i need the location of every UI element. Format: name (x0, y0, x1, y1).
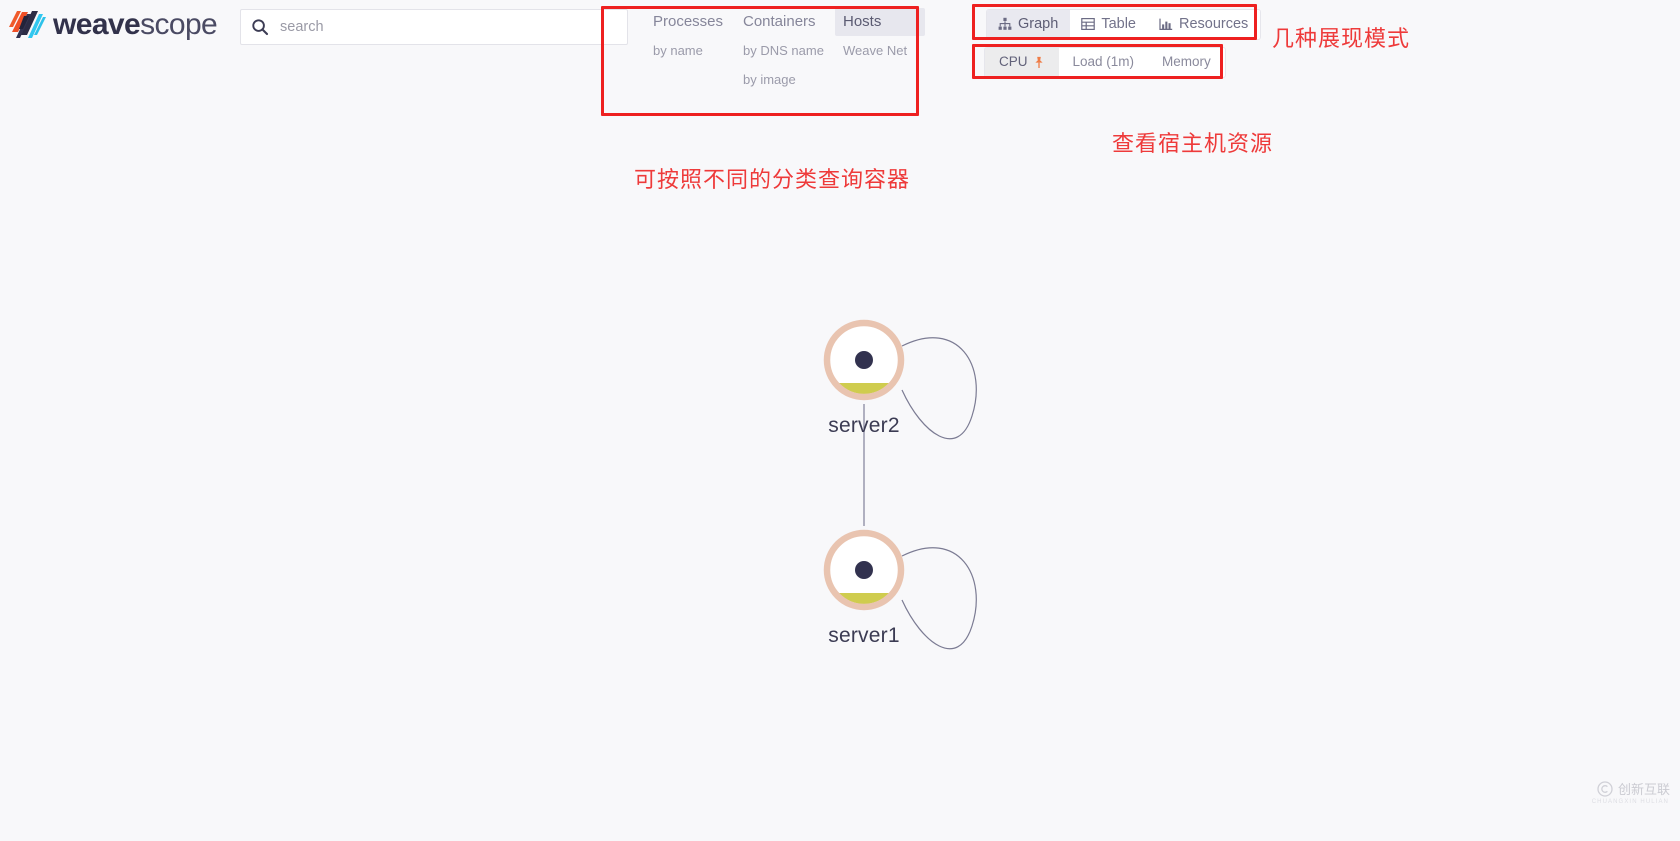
brand-bold: weave (53, 8, 141, 41)
graph-nodes-icon (998, 17, 1012, 31)
brand-logo[interactable]: weavescope (8, 4, 218, 46)
view-mode-table-button[interactable]: Table (1070, 10, 1148, 40)
graph-node-server2 (823, 319, 905, 401)
app-header: weavescope Processes by name Containers … (0, 0, 1680, 86)
topology-item-hosts[interactable]: Hosts (835, 8, 925, 36)
watermark: 创新互联 CHUANGXIN HULIAN (1592, 779, 1670, 805)
cx-logo-icon (1597, 780, 1613, 797)
graph-self-loop (901, 337, 977, 440)
topology-item-processes[interactable]: Processes (645, 8, 735, 36)
weave-logo-icon (8, 5, 48, 45)
view-mode-graph-label: Graph (1018, 16, 1059, 32)
brand-light: scope (140, 8, 218, 41)
weave-scope-app: weavescope Processes by name Containers … (0, 0, 1680, 841)
view-mode-resources-button[interactable]: Resources (1147, 10, 1261, 40)
view-mode-selector: Graph Table Resources (986, 9, 1262, 41)
table-grid-icon (1081, 17, 1096, 31)
graph-node-label-server2[interactable]: server2 (828, 414, 899, 438)
view-mode-table-label: Table (1101, 16, 1136, 32)
search-box[interactable] (240, 9, 628, 45)
bar-chart-icon (1159, 17, 1173, 31)
graph-self-loop (901, 547, 977, 650)
graph-node-label-server1[interactable]: server1 (828, 624, 899, 648)
topology-item-containers[interactable]: Containers (735, 8, 835, 36)
view-mode-graph-button[interactable]: Graph (987, 10, 1071, 40)
brand-wordmark: weavescope (53, 8, 218, 41)
watermark-text: 创新互联 (1617, 782, 1670, 797)
topology-graph-canvas[interactable]: server2 server1 (0, 56, 1680, 841)
search-input[interactable] (280, 19, 617, 35)
graph-node-server1 (823, 529, 905, 611)
search-icon (251, 18, 269, 36)
view-mode-resources-label: Resources (1178, 16, 1249, 32)
watermark-subtext: CHUANGXIN HULIAN (1591, 799, 1669, 805)
